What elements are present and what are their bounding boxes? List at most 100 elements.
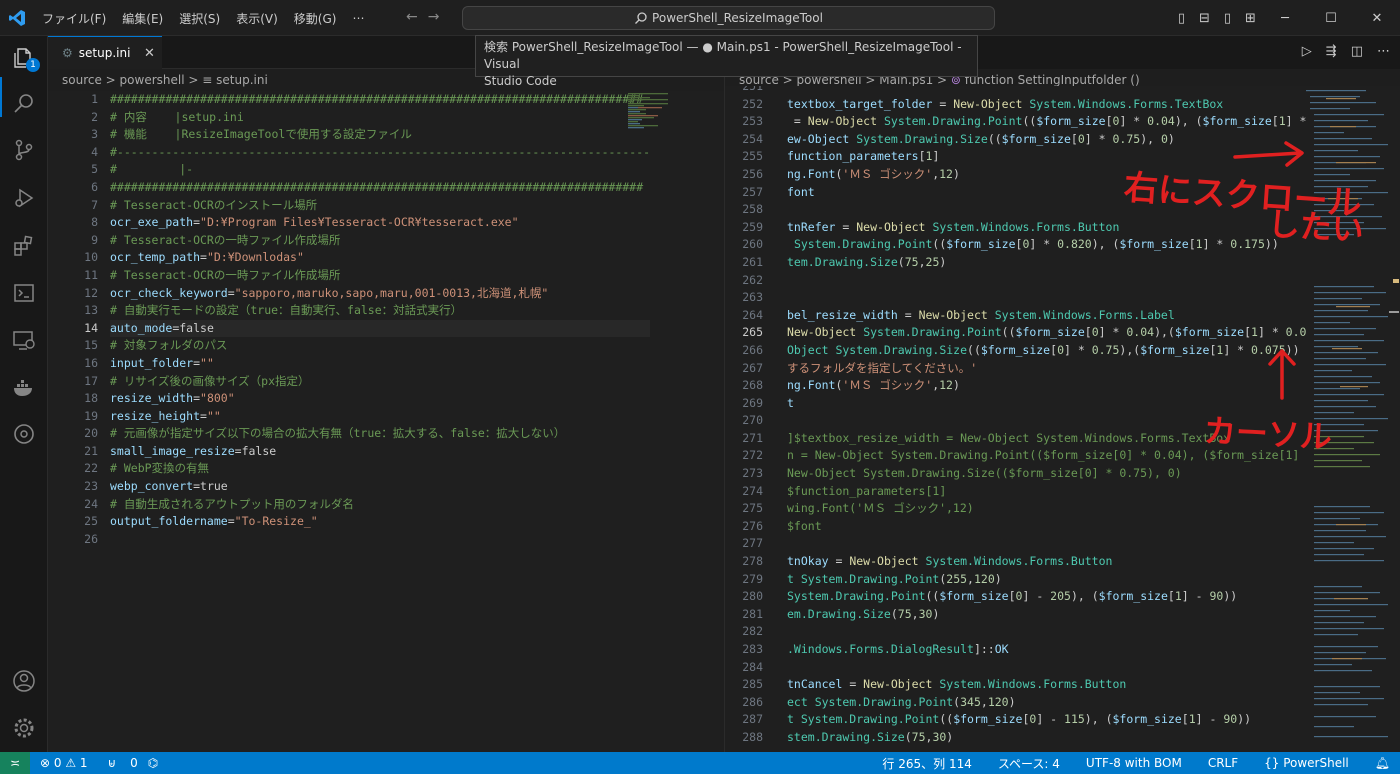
menu-selection[interactable]: 選択(S) (171, 10, 228, 27)
code-line[interactable]: System.Drawing.Point(($form_size[0] - 20… (787, 588, 1307, 606)
code-area[interactable]: ########################################… (110, 91, 651, 549)
extensions-icon[interactable] (12, 234, 36, 258)
code-line[interactable]: ########################################… (110, 91, 650, 109)
code-line[interactable]: # Tesseract-OCRの一時ファイル作成場所 (110, 232, 650, 250)
code-line[interactable]: ########################################… (110, 179, 650, 197)
menu-view[interactable]: 表示(V) (228, 10, 286, 27)
cursor-position[interactable]: 行 265、列 114 (882, 755, 971, 772)
code-line[interactable] (787, 289, 1307, 307)
close-tab-icon[interactable]: ✕ (144, 46, 155, 61)
code-line[interactable] (110, 531, 650, 549)
code-line[interactable]: Object System.Drawing.Size(($form_size[0… (787, 342, 1307, 360)
menu-file[interactable]: ファイル(F) (34, 10, 114, 27)
back-arrow-icon[interactable]: ← (406, 9, 428, 25)
end-of-line[interactable]: CRLF (1208, 756, 1238, 770)
code-line[interactable]: ew-Object System.Drawing.Size(($form_siz… (787, 131, 1307, 149)
code-line[interactable]: # 対象フォルダのパス (110, 337, 650, 355)
code-line[interactable] (787, 272, 1307, 290)
code-line[interactable]: t System.Drawing.Point(255,120) (787, 571, 1307, 589)
code-line[interactable]: .Windows.Forms.DialogResult]::OK (787, 641, 1307, 659)
code-line[interactable]: resize_width="800" (110, 390, 650, 408)
code-line[interactable]: = New-Object System.Drawing.Point(($form… (787, 113, 1307, 131)
more-actions-icon[interactable]: ⋯ (1377, 44, 1390, 59)
menu-edit[interactable]: 編集(E) (114, 10, 171, 27)
left-editor[interactable]: 1 2 3 4 5 6 7 8 9 10 11 12 13 14 15 16 17 18 19 20 21 22 23 24 2… (48, 91, 724, 752)
code-line[interactable]: ocr_check_keyword="sapporo,maruko,sapo,m… (110, 285, 650, 303)
debug-status-icon[interactable]: ⌬ (148, 756, 158, 770)
code-line[interactable]: # WebP変換の有無 (110, 460, 650, 478)
vertical-scrollbar[interactable] (1389, 86, 1399, 752)
encoding[interactable]: UTF-8 with BOM (1086, 756, 1182, 770)
breadcrumb-item[interactable]: setup.ini (216, 73, 268, 87)
code-line[interactable]: # リサイズ後の画像サイズ（px指定） (110, 373, 650, 391)
code-line[interactable]: bel_resize_width = New-Object System.Win… (787, 307, 1307, 325)
code-line[interactable]: # Tesseract-OCRのインストール場所 (110, 197, 650, 215)
breadcrumb-item[interactable]: source (62, 73, 102, 87)
indentation[interactable]: スペース: 4 (998, 755, 1060, 772)
remote-indicator-icon[interactable]: ≍ (0, 752, 30, 774)
code-line[interactable]: wing.Font('ＭＳ ゴシック',12) (787, 500, 1307, 518)
code-line[interactable]: auto_mode=false (110, 319, 651, 338)
code-line[interactable]: resize_height="" (110, 408, 650, 426)
code-line[interactable]: New-Object System.Drawing.Point(($form_s… (787, 324, 1307, 342)
code-line[interactable]: # 内容 |setup.ini (110, 109, 650, 127)
split-editor-icon[interactable]: ◫ (1351, 44, 1363, 59)
code-line[interactable]: # 自動実行モードの設定（true：自動実行、false：対話式実行） (110, 302, 650, 320)
minimize-button[interactable]: ─ (1262, 11, 1308, 26)
tab-setup-ini[interactable]: ⚙ setup.ini ✕ (48, 36, 162, 69)
problems-indicator[interactable]: ⊗ 0 ⚠ 1 (40, 756, 88, 770)
notifications-bell-icon[interactable]: 🔔︎ (1375, 756, 1390, 770)
remote-explorer-icon[interactable] (12, 328, 36, 352)
source-control-icon[interactable] (12, 138, 36, 162)
language-mode[interactable]: {} PowerShell (1264, 756, 1349, 770)
code-line[interactable]: input_folder="" (110, 355, 650, 373)
docker-icon[interactable] (12, 376, 36, 400)
code-line[interactable]: tnRefer = New-Object System.Windows.Form… (787, 219, 1307, 237)
code-line[interactable]: output_foldername="To-Resize_" (110, 513, 650, 531)
code-line[interactable]: function_parameters[1] (787, 148, 1307, 166)
code-line[interactable]: # 自動生成されるアウトプット用のフォルダ名 (110, 496, 650, 514)
terminal-icon[interactable] (12, 281, 36, 305)
forward-arrow-icon[interactable]: → (428, 9, 450, 25)
breadcrumb-item[interactable]: function SettingInputfolder () (965, 73, 1140, 87)
code-line[interactable]: System.Drawing.Point(($form_size[0] * 0.… (787, 236, 1307, 254)
code-line[interactable]: #---------------------------------------… (110, 144, 650, 162)
code-line[interactable]: ng.Font('ＭＳ ゴシック',12) (787, 377, 1307, 395)
run-debug-icon[interactable] (12, 186, 36, 210)
run-icon[interactable]: ▷ (1302, 44, 1312, 59)
code-line[interactable]: webp_convert=true (110, 478, 650, 496)
code-line[interactable]: stem.Drawing.Size(75,30) (787, 729, 1307, 747)
code-line[interactable]: tem.Drawing.Size(75,25) (787, 254, 1307, 272)
search-view-icon[interactable] (12, 92, 36, 116)
manage-gear-icon[interactable] (12, 716, 36, 740)
code-line[interactable]: New-Object System.Drawing.Size(($form_si… (787, 465, 1307, 483)
code-line[interactable]: $function_parameters[1] (787, 483, 1307, 501)
code-line[interactable]: ocr_temp_path="D:¥Downlodas" (110, 249, 650, 267)
toggle-secondary-sidebar-icon[interactable]: ▯ (1216, 11, 1239, 26)
code-line[interactable]: # |- (110, 161, 650, 179)
code-line[interactable]: textbox_target_folder = New-Object Syste… (787, 96, 1307, 114)
accounts-icon[interactable] (12, 669, 36, 693)
maximize-button[interactable]: ☐ (1308, 11, 1354, 26)
menu-more[interactable]: ⋯ (344, 11, 372, 25)
close-window-button[interactable]: ✕ (1354, 11, 1400, 26)
code-line[interactable]: tnOkay = New-Object System.Windows.Forms… (787, 553, 1307, 571)
code-line[interactable]: $font (787, 518, 1307, 536)
code-line[interactable]: t System.Drawing.Point(($form_size[0] - … (787, 711, 1307, 729)
ports-indicator[interactable]: ⊌ 0 (98, 756, 138, 770)
code-line[interactable]: # 元画像が指定サイズ以下の場合の拡大有無（true：拡大する、false：拡大… (110, 425, 650, 443)
code-line[interactable] (787, 623, 1307, 641)
code-line[interactable]: # 機能 |ResizeImageToolで使用する設定ファイル (110, 126, 650, 144)
code-line[interactable]: ect System.Drawing.Point(345,120) (787, 694, 1307, 712)
code-line[interactable]: # Tesseract-OCRの一時ファイル作成場所 (110, 267, 650, 285)
command-center-search[interactable]: PowerShell_ResizeImageTool (462, 6, 995, 30)
toggle-panel-icon[interactable]: ⊟ (1193, 11, 1216, 26)
code-line[interactable] (787, 659, 1307, 677)
kubernetes-icon[interactable] (12, 422, 36, 446)
menu-go[interactable]: 移動(G) (286, 10, 345, 27)
code-line[interactable]: small_image_resize=false (110, 443, 650, 461)
customize-layout-icon[interactable]: ⊞ (1239, 11, 1262, 26)
code-line[interactable]: tnCancel = New-Object System.Windows.For… (787, 676, 1307, 694)
run-selection-icon[interactable]: ⇶ (1326, 44, 1337, 59)
breadcrumb-item[interactable]: powershell (120, 73, 185, 87)
